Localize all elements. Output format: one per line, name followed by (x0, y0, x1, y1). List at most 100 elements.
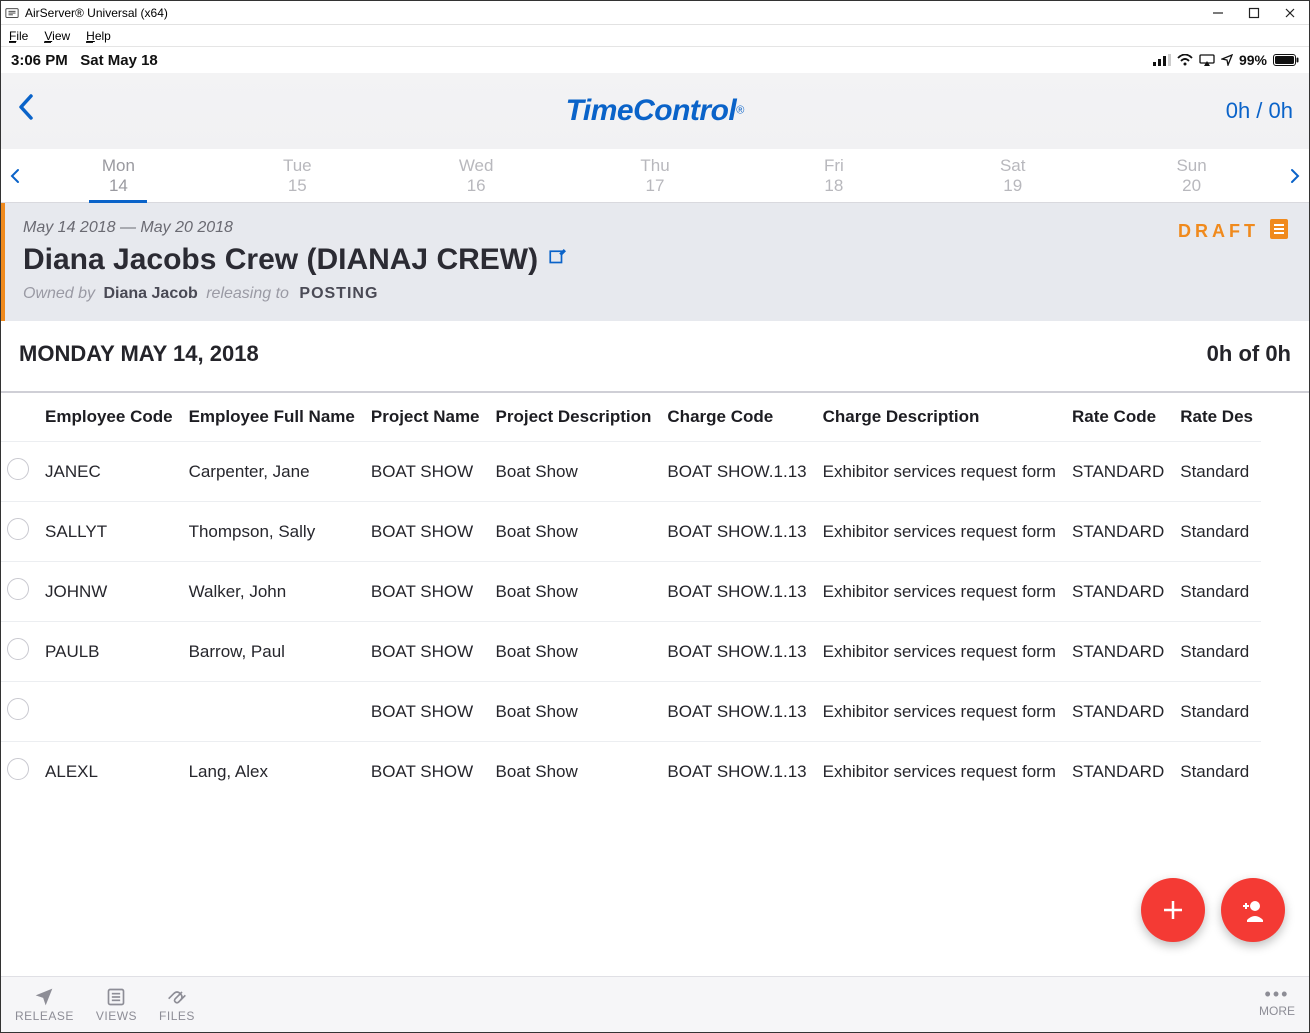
owner-name: Diana Jacob (104, 285, 198, 302)
menu-view[interactable]: View (44, 29, 70, 43)
next-week-button[interactable] (1281, 149, 1309, 202)
cell-rate: STANDARD (1064, 742, 1172, 802)
back-button[interactable] (17, 92, 35, 130)
day-tab-mon[interactable]: Mon14 (29, 149, 208, 202)
wifi-icon (1177, 54, 1193, 66)
cell-proj_desc: Boat Show (488, 562, 660, 622)
views-label: VIEWS (96, 1009, 137, 1023)
day-num: 20 (1182, 176, 1201, 196)
timesheet-table[interactable]: Employee CodeEmployee Full NameProject N… (1, 391, 1309, 801)
day-dow: Tue (283, 156, 312, 176)
day-title: MONDAY MAY 14, 2018 (19, 341, 259, 367)
cell-charge: BOAT SHOW.1.13 (659, 442, 814, 502)
cell-emp_name: Barrow, Paul (181, 622, 363, 682)
minimize-button[interactable] (1209, 4, 1227, 22)
cell-proj: BOAT SHOW (363, 742, 488, 802)
close-button[interactable] (1281, 4, 1299, 22)
day-dow: Wed (459, 156, 494, 176)
col-header[interactable]: Rate Code (1064, 393, 1172, 442)
cell-rate_desc: Standard (1172, 562, 1261, 622)
day-tab-fri[interactable]: Fri18 (744, 149, 923, 202)
day-num: 17 (646, 176, 665, 196)
status-text: DRAFT (1178, 221, 1259, 242)
menu-help[interactable]: Help (86, 29, 111, 43)
table-row[interactable]: JOHNWWalker, JohnBOAT SHOWBoat ShowBOAT … (1, 562, 1261, 622)
table-row[interactable]: SALLYTThompson, SallyBOAT SHOWBoat ShowB… (1, 502, 1261, 562)
cell-rate: STANDARD (1064, 622, 1172, 682)
cell-charge_desc: Exhibitor services request form (815, 442, 1064, 502)
cell-rate: STANDARD (1064, 502, 1172, 562)
hours-summary: 0h / 0h (1226, 98, 1293, 124)
table-row[interactable]: BOAT SHOWBoat ShowBOAT SHOW.1.13Exhibito… (1, 682, 1261, 742)
status-date: Sat May 18 (80, 52, 158, 69)
col-header[interactable]: Project Name (363, 393, 488, 442)
cell-rate: STANDARD (1064, 682, 1172, 742)
cell-charge_desc: Exhibitor services request form (815, 682, 1064, 742)
day-dow: Fri (824, 156, 844, 176)
col-header[interactable]: Rate Des (1172, 393, 1261, 442)
day-tab-tue[interactable]: Tue15 (208, 149, 387, 202)
day-tab-sat[interactable]: Sat19 (923, 149, 1102, 202)
cell-rate_desc: Standard (1172, 622, 1261, 682)
day-hours: 0h of 0h (1207, 341, 1291, 367)
files-label: FILES (159, 1009, 195, 1023)
day-tab-sun[interactable]: Sun20 (1102, 149, 1281, 202)
col-header[interactable]: Employee Full Name (181, 393, 363, 442)
maximize-button[interactable] (1245, 4, 1263, 22)
col-header[interactable]: Project Description (488, 393, 660, 442)
row-select-radio[interactable] (7, 638, 29, 660)
row-select-radio[interactable] (7, 698, 29, 720)
cell-emp_name: Walker, John (181, 562, 363, 622)
menubar: File View Help (1, 25, 1309, 47)
row-select-radio[interactable] (7, 458, 29, 480)
row-select-radio[interactable] (7, 758, 29, 780)
add-button[interactable] (1141, 878, 1205, 942)
cell-charge: BOAT SHOW.1.13 (659, 622, 814, 682)
app-header: TimeControl® 0h / 0h (1, 73, 1309, 149)
day-num: 15 (288, 176, 307, 196)
cellular-icon (1153, 54, 1171, 66)
cell-charge: BOAT SHOW.1.13 (659, 562, 814, 622)
files-button[interactable]: FILES (159, 987, 195, 1023)
edit-icon[interactable] (548, 249, 566, 272)
status-badge: DRAFT (1178, 217, 1291, 246)
sheet-title: Diana Jacobs Crew (DIANAJ CREW) (23, 243, 538, 277)
cell-emp_name: Carpenter, Jane (181, 442, 363, 502)
cell-proj: BOAT SHOW (363, 622, 488, 682)
row-select-radio[interactable] (7, 518, 29, 540)
add-person-button[interactable] (1221, 878, 1285, 942)
cell-charge_desc: Exhibitor services request form (815, 562, 1064, 622)
col-header[interactable]: Employee Code (37, 393, 181, 442)
cell-emp_code: JANEC (37, 442, 181, 502)
views-button[interactable]: VIEWS (96, 987, 137, 1023)
day-tab-thu[interactable]: Thu17 (566, 149, 745, 202)
cell-rate: STANDARD (1064, 442, 1172, 502)
more-button[interactable]: ••• MORE (1259, 991, 1295, 1018)
menu-file[interactable]: File (9, 29, 28, 43)
day-tab-wed[interactable]: Wed16 (387, 149, 566, 202)
table-row[interactable]: ALEXLLang, AlexBOAT SHOWBoat ShowBOAT SH… (1, 742, 1261, 802)
owned-by-label: Owned by (23, 285, 95, 302)
day-dow: Thu (640, 156, 669, 176)
prev-week-button[interactable] (1, 149, 29, 202)
day-dow: Sat (1000, 156, 1026, 176)
more-label: MORE (1259, 1004, 1295, 1018)
date-range: May 14 2018 — May 20 2018 (23, 219, 1291, 237)
release-button[interactable]: RELEASE (15, 987, 74, 1023)
window-titlebar: AirServer® Universal (x64) (1, 1, 1309, 25)
row-select-radio[interactable] (7, 578, 29, 600)
releasing-label: releasing to (206, 285, 289, 302)
cell-emp_name: Lang, Alex (181, 742, 363, 802)
release-label: RELEASE (15, 1009, 74, 1023)
cell-emp_name (181, 682, 363, 742)
cell-emp_code: PAULB (37, 622, 181, 682)
col-header[interactable]: Charge Code (659, 393, 814, 442)
cell-emp_code: ALEXL (37, 742, 181, 802)
cell-charge_desc: Exhibitor services request form (815, 742, 1064, 802)
col-header[interactable]: Charge Description (815, 393, 1064, 442)
cell-rate_desc: Standard (1172, 742, 1261, 802)
table-row[interactable]: PAULBBarrow, PaulBOAT SHOWBoat ShowBOAT … (1, 622, 1261, 682)
table-row[interactable]: JANECCarpenter, JaneBOAT SHOWBoat ShowBO… (1, 442, 1261, 502)
cell-proj_desc: Boat Show (488, 502, 660, 562)
posting-target: POSTING (299, 285, 378, 302)
